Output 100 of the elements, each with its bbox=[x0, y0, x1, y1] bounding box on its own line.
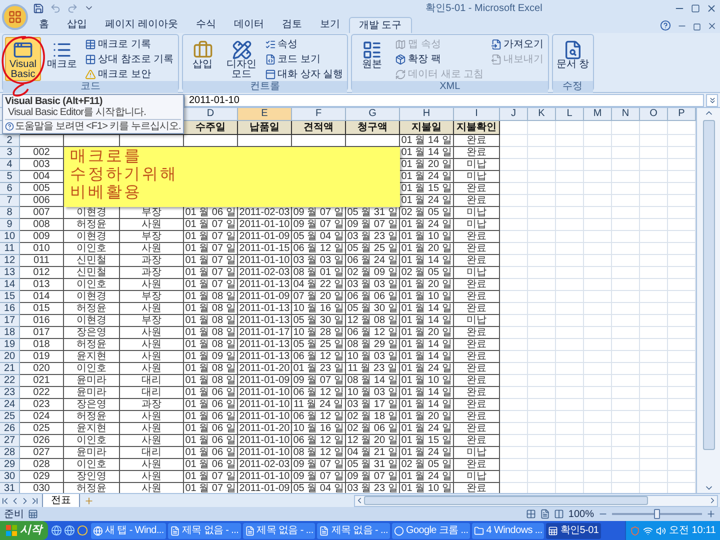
row-number[interactable]: 23 bbox=[0, 387, 20, 399]
table-cell: 01 월 07 일 bbox=[184, 243, 238, 255]
ribbon-button[interactable]: 원본 bbox=[354, 37, 390, 81]
column-header[interactable]: L bbox=[556, 108, 584, 121]
taskbar-button[interactable]: 확인5-01 bbox=[546, 522, 601, 538]
column-header[interactable]: M bbox=[584, 108, 612, 121]
row-number[interactable]: 25 bbox=[0, 411, 20, 423]
row-number[interactable]: 28 bbox=[0, 447, 20, 459]
ribbon-button[interactable]: 매크로 기록 bbox=[83, 37, 176, 51]
table-cell: 012 bbox=[20, 267, 64, 279]
ribbon-tab[interactable]: 데이터 bbox=[224, 17, 273, 33]
start-button[interactable]: 시작 bbox=[0, 521, 48, 540]
taskbar-button[interactable]: 제목 없음 - ... bbox=[168, 522, 241, 538]
column-header[interactable]: K bbox=[528, 108, 556, 121]
row-number[interactable]: 18 bbox=[0, 327, 20, 339]
ribbon-button[interactable]: 디자인 모드 bbox=[224, 37, 260, 81]
ribbon-tab[interactable]: 보기 bbox=[310, 17, 349, 33]
row-number[interactable]: 4 bbox=[0, 159, 20, 171]
ribbon-tab[interactable]: 수식 bbox=[186, 17, 225, 33]
row-number[interactable]: 6 bbox=[0, 183, 20, 195]
table-cell: 009 bbox=[20, 231, 64, 243]
column-header[interactable]: N bbox=[612, 108, 640, 121]
tooltip-help: 도움말을 보려면 <F1> 키를 누르십시오. bbox=[15, 121, 181, 132]
table-cell: 2011-01-13 bbox=[238, 339, 292, 351]
row-number[interactable]: 10 bbox=[0, 231, 20, 243]
table-cell: 완료 bbox=[454, 147, 500, 159]
table-cell: 08 월 01 일 bbox=[292, 267, 346, 279]
row-number[interactable]: 30 bbox=[0, 471, 20, 483]
row-number[interactable]: 17 bbox=[0, 315, 20, 327]
column-header[interactable]: J bbox=[500, 108, 528, 121]
row-number[interactable]: 12 bbox=[0, 255, 20, 267]
taskbar-button[interactable]: Google 크롬 ... bbox=[392, 522, 470, 538]
row-number[interactable]: 21 bbox=[0, 363, 20, 375]
table-cell: 사원 bbox=[120, 471, 184, 483]
formula-field[interactable]: 2011-01-10 bbox=[184, 94, 704, 106]
row-number[interactable]: 15 bbox=[0, 291, 20, 303]
column-header[interactable]: P bbox=[668, 108, 696, 121]
column-header[interactable]: D bbox=[184, 108, 238, 121]
ribbon-button[interactable]: 확장 팩 bbox=[393, 52, 486, 66]
taskbar-button[interactable]: 4 Windows ... bbox=[472, 522, 544, 538]
table-cell: 과장 bbox=[120, 399, 184, 411]
window-title: 확인5-01 - Microsoft Excel bbox=[426, 2, 542, 16]
sticky-note: 매크로를 수정하기위해 비베활용 bbox=[64, 147, 400, 207]
ribbon-tab[interactable]: 삽입 bbox=[58, 17, 96, 33]
row-number[interactable]: 22 bbox=[0, 375, 20, 387]
taskbar-button[interactable]: 제목 없음 - ... bbox=[317, 522, 390, 538]
ribbon-button[interactable]: 상대 참조로 기록 bbox=[83, 52, 176, 66]
ribbon-tab[interactable]: 검토 bbox=[272, 17, 311, 33]
column-header[interactable]: H bbox=[400, 108, 454, 121]
row-number[interactable]: 8 bbox=[0, 207, 20, 219]
ribbon-tab[interactable]: 페이지 레이아웃 bbox=[96, 17, 187, 33]
row-number[interactable]: 29 bbox=[0, 459, 20, 471]
row-number[interactable]: 3 bbox=[0, 147, 20, 159]
taskbar-button[interactable]: 제목 없음 - ... bbox=[242, 522, 316, 538]
ribbon-button[interactable]: 매크로 bbox=[44, 37, 80, 81]
ribbon-button[interactable]: 대화 상자 실행 bbox=[262, 67, 346, 81]
ribbon-button[interactable]: 매크로 보안 bbox=[83, 67, 176, 81]
row-number[interactable]: 16 bbox=[0, 303, 20, 315]
table-cell: 01 월 20 일 bbox=[400, 327, 454, 339]
row-number[interactable]: 9 bbox=[0, 219, 20, 231]
table-cell: 윤지현 bbox=[64, 351, 120, 363]
row-number[interactable]: 19 bbox=[0, 339, 20, 351]
table-cell: 완료 bbox=[454, 411, 500, 423]
column-header[interactable]: G bbox=[346, 108, 400, 121]
zoom-level[interactable]: 100% bbox=[568, 506, 594, 522]
table-cell: 사원 bbox=[120, 459, 184, 471]
row-number[interactable]: 26 bbox=[0, 423, 20, 435]
ribbon-tab[interactable]: 개발 도구 bbox=[348, 17, 412, 33]
table-header-cell: 견적액 bbox=[292, 121, 346, 135]
row-number[interactable]: 14 bbox=[0, 279, 20, 291]
table-cell: 11 월 23 일 bbox=[346, 363, 400, 375]
table-cell: 미납 bbox=[454, 219, 500, 231]
column-header[interactable]: E bbox=[238, 108, 292, 121]
row-number[interactable]: 13 bbox=[0, 267, 20, 279]
row-number[interactable]: 5 bbox=[0, 171, 20, 183]
row-number[interactable]: 27 bbox=[0, 435, 20, 447]
ribbon-button[interactable]: 속성 bbox=[262, 37, 346, 51]
column-header[interactable]: O bbox=[640, 108, 668, 121]
table-cell: 01 월 06 일 bbox=[184, 447, 238, 459]
row-number[interactable]: 11 bbox=[0, 243, 20, 255]
ribbon-tab[interactable]: 홈 bbox=[30, 17, 58, 33]
taskbar-button[interactable]: 새 탭 - Wind... bbox=[91, 522, 166, 538]
table-cell: 01 월 08 일 bbox=[184, 291, 238, 303]
table-cell: 완료 bbox=[454, 351, 500, 363]
ribbon-button[interactable]: 코드 보기 bbox=[262, 52, 346, 66]
table-header-cell: 지불일 bbox=[400, 121, 454, 135]
row-number[interactable]: 24 bbox=[0, 399, 20, 411]
column-header[interactable]: I bbox=[454, 108, 500, 121]
sheet-tab[interactable]: 전표 bbox=[42, 494, 80, 508]
ribbon-button[interactable]: 삽입 bbox=[184, 37, 221, 81]
table-cell: 01 월 08 일 bbox=[184, 363, 238, 375]
table-cell: 02 월 18 일 bbox=[346, 411, 400, 423]
ribbon-button[interactable]: Visual Basic bbox=[5, 37, 41, 81]
row-number[interactable]: 7 bbox=[0, 195, 20, 207]
ribbon-button[interactable]: 가져오기 bbox=[488, 37, 546, 51]
row-number[interactable]: 2 bbox=[0, 135, 20, 147]
row-number[interactable]: 31 bbox=[0, 483, 20, 493]
column-header[interactable]: F bbox=[292, 108, 346, 121]
ribbon-button[interactable]: 문서 창 bbox=[554, 37, 591, 81]
row-number[interactable]: 20 bbox=[0, 351, 20, 363]
